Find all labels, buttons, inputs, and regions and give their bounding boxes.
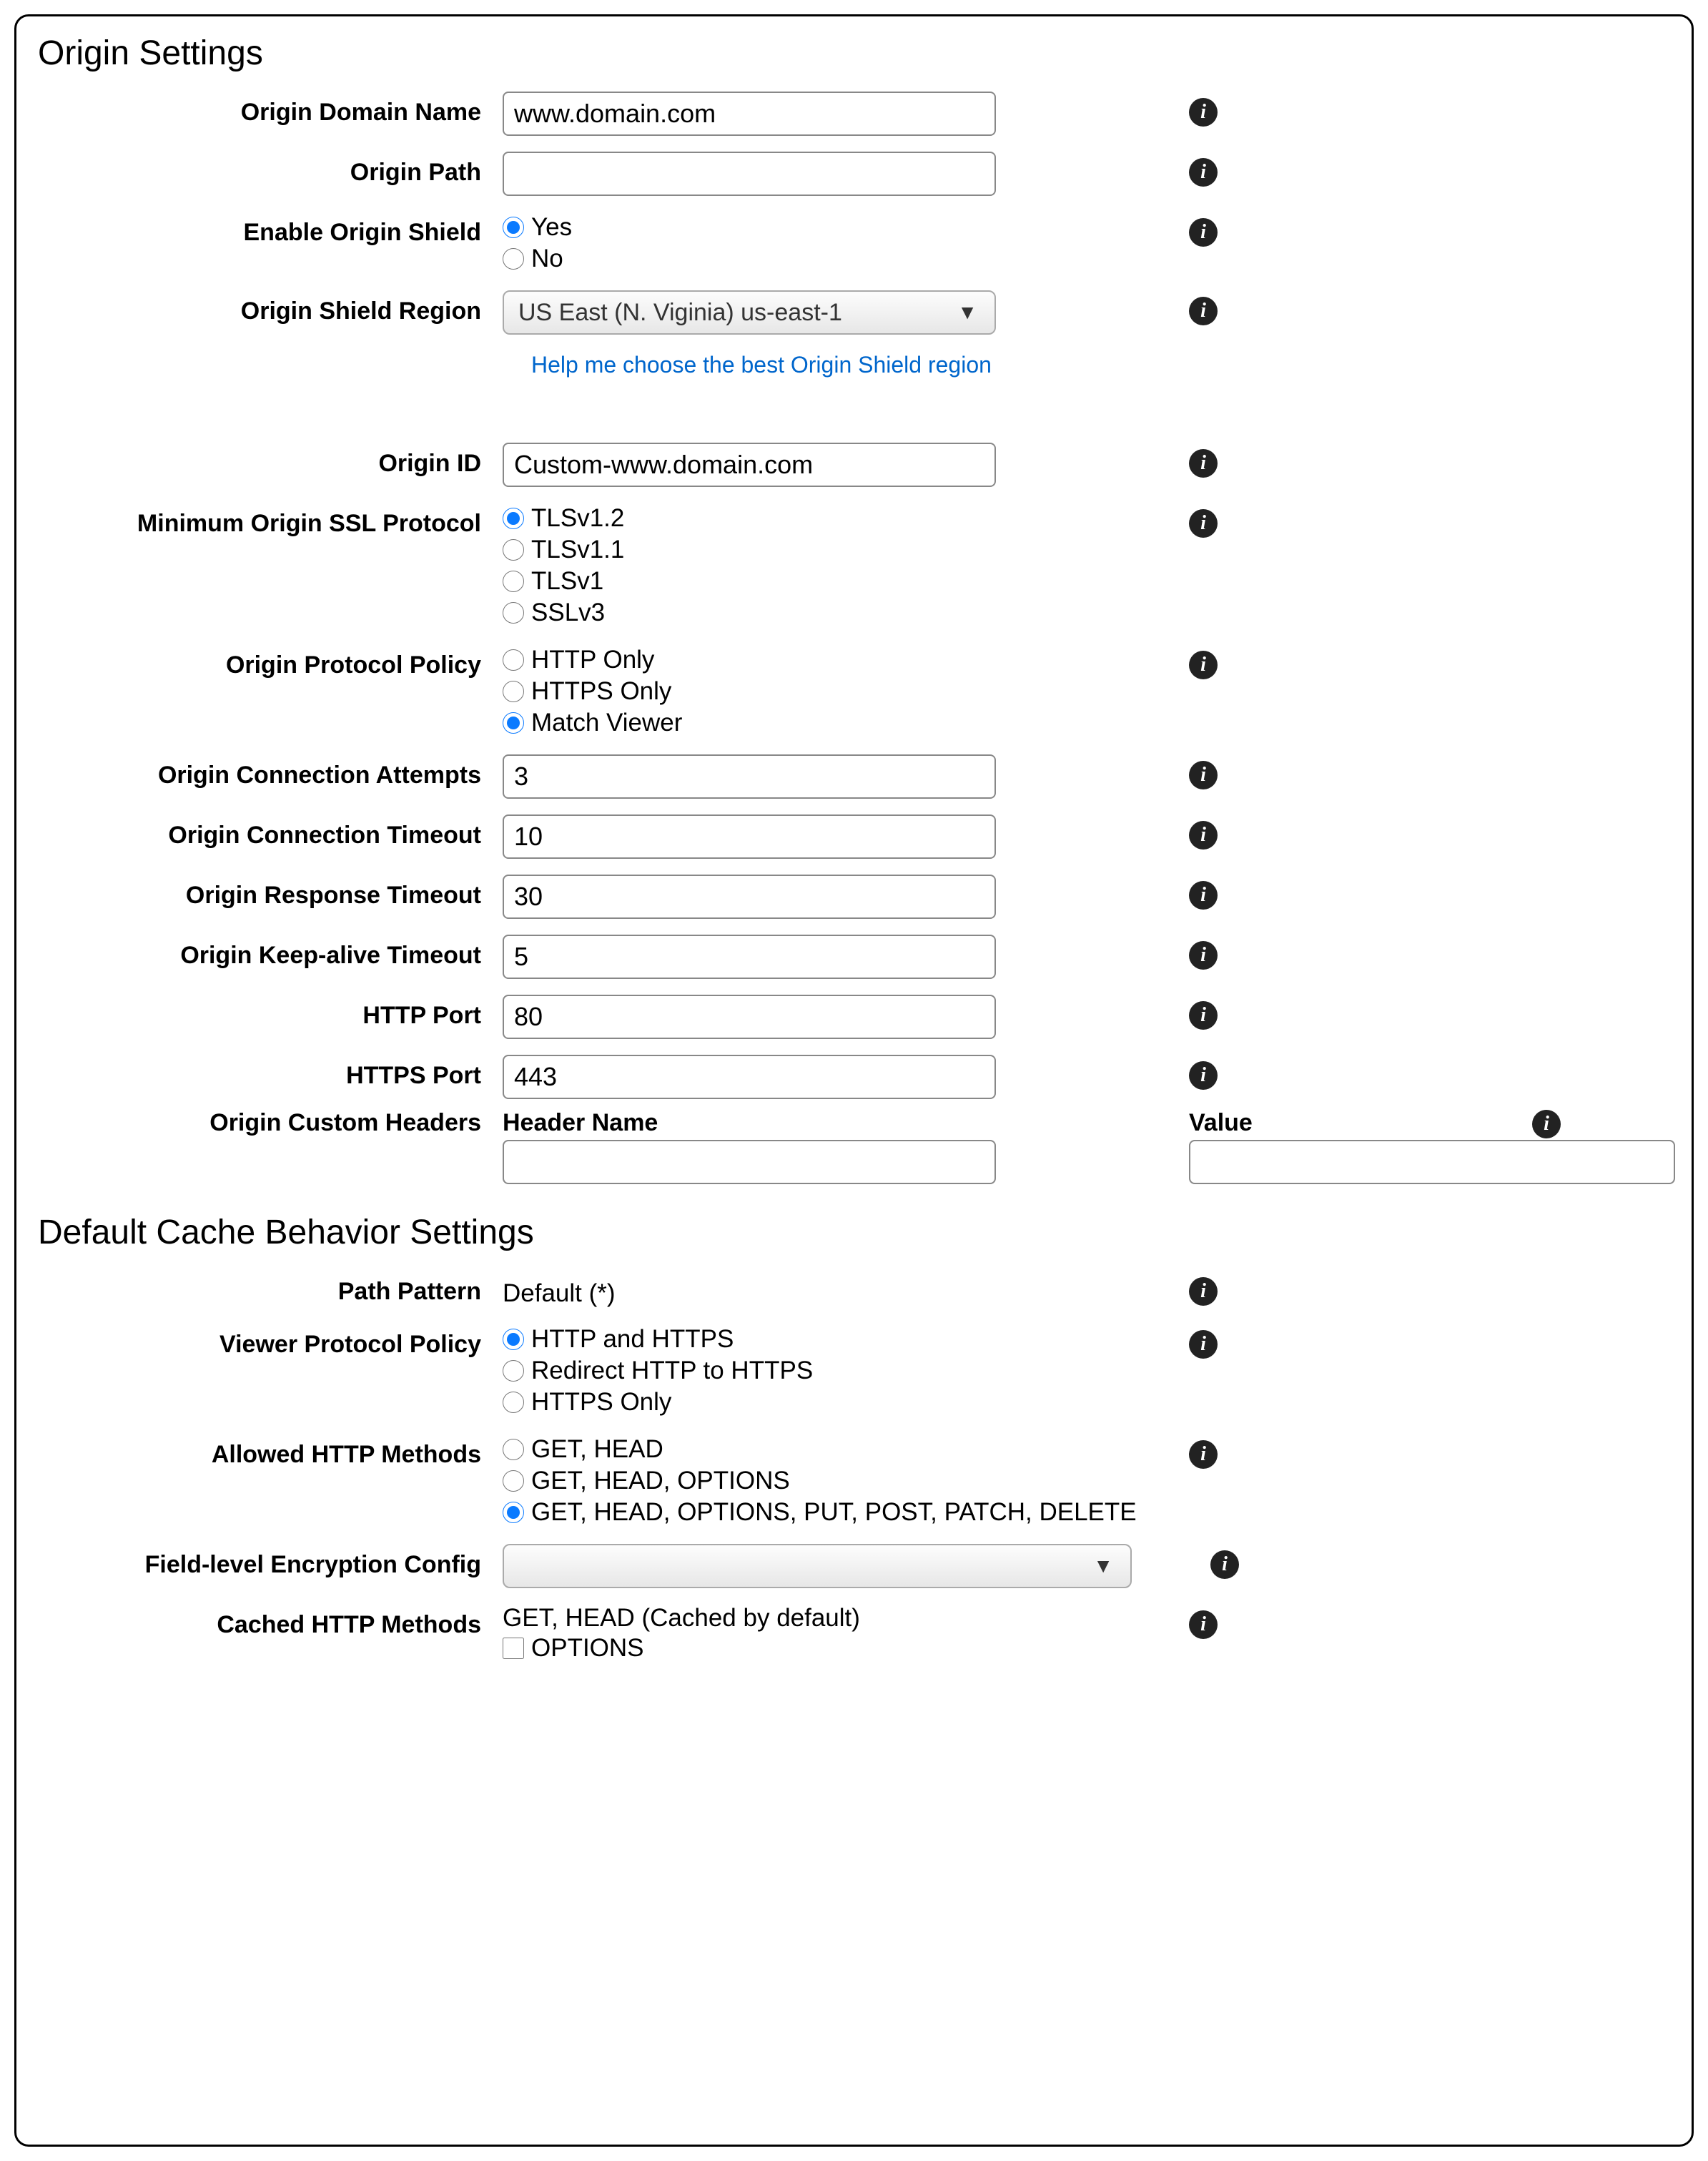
chevron-down-icon: ▼: [1093, 1555, 1113, 1577]
origin-id-label: Origin ID: [38, 443, 503, 478]
shield-region-value: US East (N. Viginia) us-east-1: [518, 299, 842, 327]
info-icon[interactable]: i: [1189, 449, 1218, 478]
info-icon[interactable]: i: [1189, 651, 1218, 679]
help-region-link[interactable]: Help me choose the best Origin Shield re…: [531, 352, 992, 378]
header-value-input[interactable]: [1189, 1140, 1675, 1184]
info-icon[interactable]: i: [1210, 1550, 1239, 1579]
https-port-input[interactable]: [503, 1055, 996, 1099]
info-icon[interactable]: i: [1189, 98, 1218, 127]
proto-match-radio[interactable]: [503, 712, 524, 734]
info-icon[interactable]: i: [1189, 1610, 1218, 1639]
ssl-sslv3-radio[interactable]: [503, 602, 524, 624]
info-icon[interactable]: i: [1189, 761, 1218, 789]
chevron-down-icon: ▼: [957, 301, 977, 324]
keepalive-input[interactable]: [503, 935, 996, 979]
ssl-opt-0: TLSv1.2: [531, 504, 624, 533]
conn-attempts-input[interactable]: [503, 754, 996, 799]
methods-all-radio[interactable]: [503, 1502, 524, 1523]
method-opt-2: GET, HEAD, OPTIONS, PUT, POST, PATCH, DE…: [531, 1498, 1137, 1527]
methods-gethead-radio[interactable]: [503, 1439, 524, 1460]
shield-no-radio[interactable]: [503, 248, 524, 270]
info-icon[interactable]: i: [1189, 509, 1218, 538]
cached-methods-label: Cached HTTP Methods: [38, 1604, 503, 1639]
origin-settings-heading: Origin Settings: [38, 34, 1670, 73]
enable-shield-label: Enable Origin Shield: [38, 212, 503, 247]
proto-opt-0: HTTP Only: [531, 646, 654, 674]
keepalive-label: Origin Keep-alive Timeout: [38, 935, 503, 970]
header-value-label: Value: [1189, 1109, 1253, 1137]
proto-opt-1: HTTPS Only: [531, 677, 671, 706]
custom-headers-label: Origin Custom Headers: [38, 1109, 503, 1137]
shield-region-select[interactable]: US East (N. Viginia) us-east-1 ▼: [503, 290, 996, 335]
proto-opt-2: Match Viewer: [531, 709, 682, 737]
cached-options-label: OPTIONS: [531, 1634, 644, 1663]
resp-timeout-input[interactable]: [503, 875, 996, 919]
info-icon[interactable]: i: [1189, 941, 1218, 970]
method-opt-0: GET, HEAD: [531, 1435, 663, 1464]
origin-path-input[interactable]: [503, 152, 996, 196]
viewer-opt-2: HTTPS Only: [531, 1388, 671, 1417]
cached-default-text: GET, HEAD (Cached by default): [503, 1604, 1003, 1633]
info-icon[interactable]: i: [1189, 1277, 1218, 1306]
protocol-policy-label: Origin Protocol Policy: [38, 644, 503, 679]
proto-http-radio[interactable]: [503, 649, 524, 671]
resp-timeout-label: Origin Response Timeout: [38, 875, 503, 910]
header-name-input[interactable]: [503, 1140, 996, 1184]
ssl-tls11-radio[interactable]: [503, 539, 524, 561]
info-icon[interactable]: i: [1532, 1110, 1561, 1138]
info-icon[interactable]: i: [1189, 297, 1218, 325]
viewer-opt-1: Redirect HTTP to HTTPS: [531, 1357, 813, 1385]
cache-behavior-heading: Default Cache Behavior Settings: [38, 1213, 1670, 1252]
ssl-tls1-radio[interactable]: [503, 571, 524, 592]
viewer-redirect-radio[interactable]: [503, 1360, 524, 1382]
conn-attempts-label: Origin Connection Attempts: [38, 754, 503, 789]
shield-region-label: Origin Shield Region: [38, 290, 503, 325]
origin-domain-input[interactable]: [503, 92, 996, 136]
ssl-opt-3: SSLv3: [531, 599, 605, 627]
viewer-httpsonly-radio[interactable]: [503, 1392, 524, 1413]
conn-timeout-input[interactable]: [503, 814, 996, 859]
method-opt-1: GET, HEAD, OPTIONS: [531, 1467, 790, 1495]
info-icon[interactable]: i: [1189, 1061, 1218, 1090]
info-icon[interactable]: i: [1189, 1440, 1218, 1469]
viewer-policy-label: Viewer Protocol Policy: [38, 1324, 503, 1359]
cached-options-checkbox[interactable]: [503, 1638, 524, 1659]
https-port-label: HTTPS Port: [38, 1055, 503, 1090]
allowed-methods-label: Allowed HTTP Methods: [38, 1434, 503, 1469]
info-icon[interactable]: i: [1189, 158, 1218, 187]
ssl-tls12-radio[interactable]: [503, 508, 524, 529]
min-ssl-label: Minimum Origin SSL Protocol: [38, 503, 503, 538]
http-port-label: HTTP Port: [38, 995, 503, 1030]
shield-no-label: No: [531, 245, 563, 273]
shield-yes-radio[interactable]: [503, 217, 524, 238]
info-icon[interactable]: i: [1189, 1330, 1218, 1359]
path-pattern-label: Path Pattern: [38, 1271, 503, 1306]
info-icon[interactable]: i: [1189, 821, 1218, 850]
fle-config-select[interactable]: ▼: [503, 1544, 1132, 1588]
shield-yes-label: Yes: [531, 213, 572, 242]
origin-id-input[interactable]: [503, 443, 996, 487]
viewer-httphttps-radio[interactable]: [503, 1329, 524, 1350]
methods-getheadopt-radio[interactable]: [503, 1470, 524, 1492]
info-icon[interactable]: i: [1189, 881, 1218, 910]
origin-domain-label: Origin Domain Name: [38, 92, 503, 127]
fle-config-label: Field-level Encryption Config: [38, 1544, 503, 1579]
info-icon[interactable]: i: [1189, 1001, 1218, 1030]
http-port-input[interactable]: [503, 995, 996, 1039]
conn-timeout-label: Origin Connection Timeout: [38, 814, 503, 850]
info-icon[interactable]: i: [1189, 218, 1218, 247]
origin-path-label: Origin Path: [38, 152, 503, 187]
ssl-opt-2: TLSv1: [531, 567, 603, 596]
path-pattern-value: Default (*): [503, 1271, 1003, 1308]
header-name-label: Header Name: [503, 1109, 1003, 1137]
viewer-opt-0: HTTP and HTTPS: [531, 1325, 734, 1354]
settings-panel: Origin Settings Origin Domain Name i Ori…: [14, 14, 1694, 2147]
ssl-opt-1: TLSv1.1: [531, 536, 624, 564]
proto-https-radio[interactable]: [503, 681, 524, 702]
